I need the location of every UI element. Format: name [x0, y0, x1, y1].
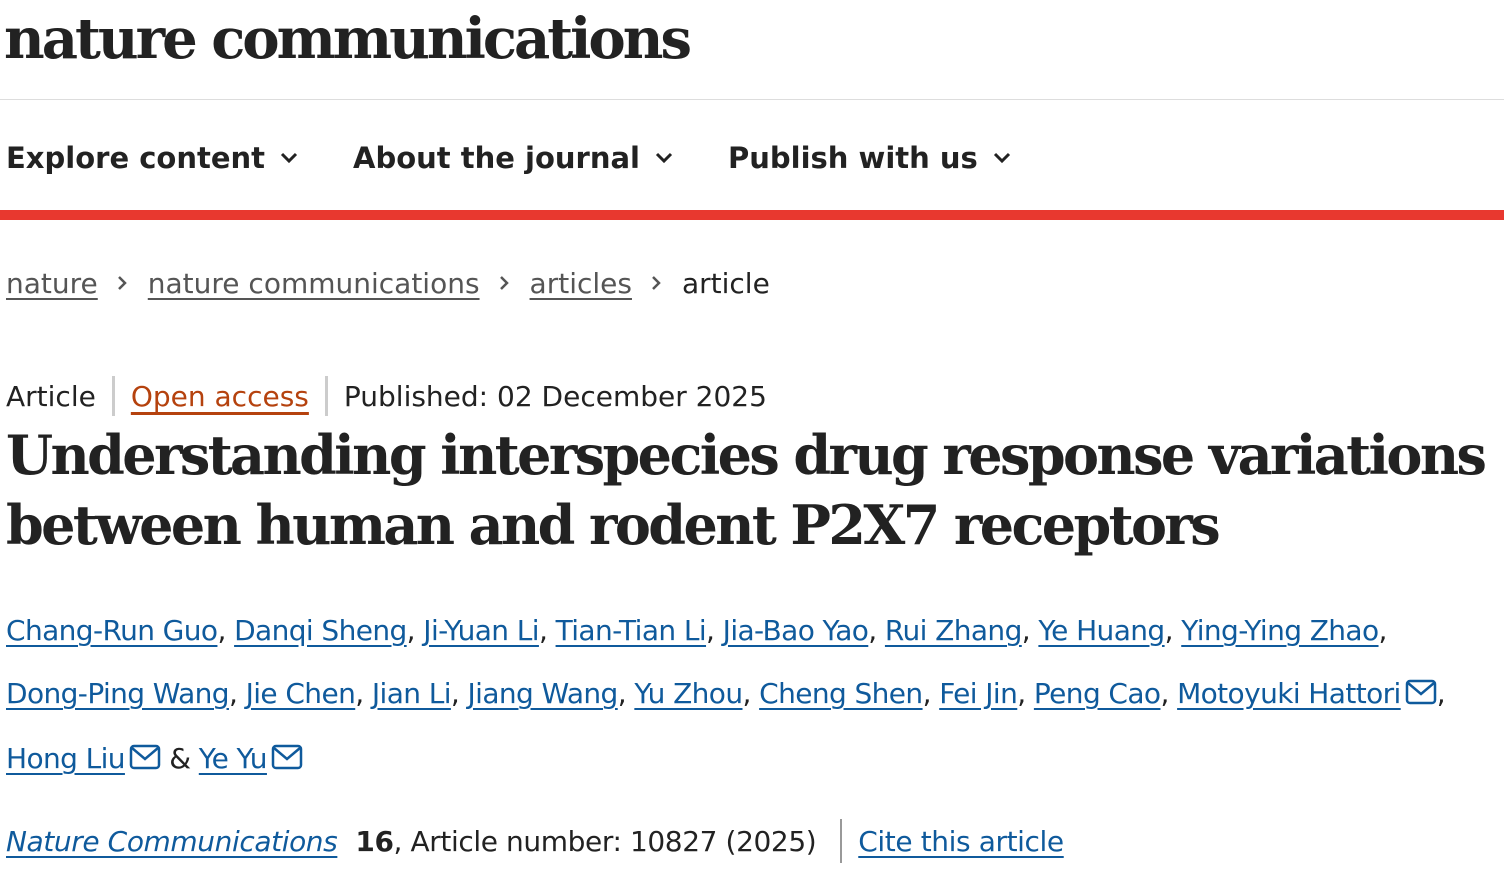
breadcrumb-current: article — [681, 266, 770, 300]
author-link[interactable]: Fei Jin — [939, 677, 1018, 710]
author-link[interactable]: Ye Huang — [1038, 614, 1165, 647]
author-separator: , — [538, 614, 548, 647]
nav-item-label: Publish with us — [728, 141, 978, 175]
author-separator: , — [617, 677, 627, 710]
author-separator: , — [217, 614, 226, 647]
mail-icon[interactable] — [271, 729, 303, 792]
author-link[interactable]: Jie Chen — [246, 677, 356, 710]
chevron-down-icon — [655, 152, 673, 164]
author-separator: , — [450, 677, 460, 710]
published-date: Published: 02 December 2025 — [343, 379, 767, 413]
article-title: Understanding interspecies drug response… — [6, 423, 1487, 557]
cite-divider — [840, 819, 843, 863]
author-separator: , — [1436, 677, 1446, 710]
chevron-down-icon — [280, 152, 298, 164]
author-separator: , — [868, 614, 877, 647]
breadcrumb: nature nature communications articles ar… — [6, 262, 770, 304]
article-number: , Article number: 10827 (2025) — [393, 824, 817, 858]
mail-icon[interactable] — [129, 729, 161, 792]
author-link[interactable]: Yu Zhou — [634, 677, 743, 710]
author-link[interactable]: Hong Liu — [6, 742, 126, 775]
nav-about-journal[interactable]: About the journal — [353, 141, 674, 175]
author-list: Chang-Run Guo, Danqi Sheng, Ji-Yuan Li, … — [6, 599, 1500, 792]
author-link[interactable]: Peng Cao — [1034, 677, 1161, 710]
chevron-down-icon — [993, 152, 1010, 164]
nav-explore-content[interactable]: Explore content — [6, 141, 299, 175]
author-link[interactable]: Dong-Ping Wang — [6, 677, 230, 710]
author-separator: , — [1160, 677, 1169, 710]
author-separator: , — [228, 677, 238, 710]
author-separator: , — [1017, 677, 1026, 710]
volume-number: 16 — [355, 824, 394, 858]
citation-line: Nature Communications 16 , Article numbe… — [6, 818, 1064, 864]
author-link[interactable]: Chang-Run Guo — [6, 614, 218, 647]
nav-item-label: About the journal — [353, 141, 640, 175]
breadcrumb-articles[interactable]: articles — [530, 267, 632, 300]
author-link[interactable]: Cheng Shen — [759, 677, 923, 710]
author-link[interactable]: Jiang Wang — [468, 677, 619, 710]
author-link[interactable]: Jia-Bao Yao — [723, 614, 869, 647]
meta-divider — [324, 376, 328, 416]
breadcrumb-nature[interactable]: nature — [6, 267, 98, 300]
author-separator: , — [1021, 614, 1031, 647]
author-separator: , — [406, 614, 416, 647]
cite-this-article-link[interactable]: Cite this article — [858, 825, 1064, 858]
author-link[interactable]: Jian Li — [372, 677, 452, 710]
author-link[interactable]: Tian-Tian Li — [556, 614, 707, 647]
journal-logo[interactable]: nature communications — [4, 6, 692, 72]
chevron-right-icon — [116, 274, 128, 292]
chevron-right-icon — [498, 274, 510, 292]
author-separator: , — [355, 677, 364, 710]
journal-link[interactable]: Nature Communications — [6, 825, 338, 858]
author-link[interactable]: Ye Yu — [199, 742, 268, 775]
article-meta: Article Open access Published: 02 Decemb… — [6, 374, 767, 418]
author-link[interactable]: Motoyuki Hattori — [1177, 677, 1401, 710]
author-separator: , — [1378, 614, 1388, 647]
chevron-right-icon — [650, 274, 662, 292]
meta-divider — [111, 376, 115, 416]
nav-publish-with-us[interactable]: Publish with us — [728, 141, 1012, 175]
accent-bar — [0, 210, 1504, 220]
author-separator: & — [169, 742, 191, 775]
author-separator: , — [706, 614, 715, 647]
main-nav: Explore content About the journal Publis… — [6, 136, 1066, 180]
open-access-link[interactable]: Open access — [131, 380, 309, 413]
author-link[interactable]: Rui Zhang — [885, 614, 1022, 647]
author-link[interactable]: Ying-Ying Zhao — [1181, 614, 1379, 647]
header-divider — [0, 99, 1504, 100]
author-separator: , — [742, 677, 752, 710]
author-link[interactable]: Ji-Yuan Li — [423, 614, 539, 647]
mail-icon[interactable] — [1405, 664, 1437, 727]
author-link[interactable]: Danqi Sheng — [234, 614, 407, 647]
author-separator: , — [1164, 614, 1174, 647]
author-separator: , — [922, 677, 932, 710]
breadcrumb-nature-communications[interactable]: nature communications — [148, 267, 480, 300]
article-type: Article — [6, 379, 96, 413]
nav-item-label: Explore content — [6, 141, 266, 175]
